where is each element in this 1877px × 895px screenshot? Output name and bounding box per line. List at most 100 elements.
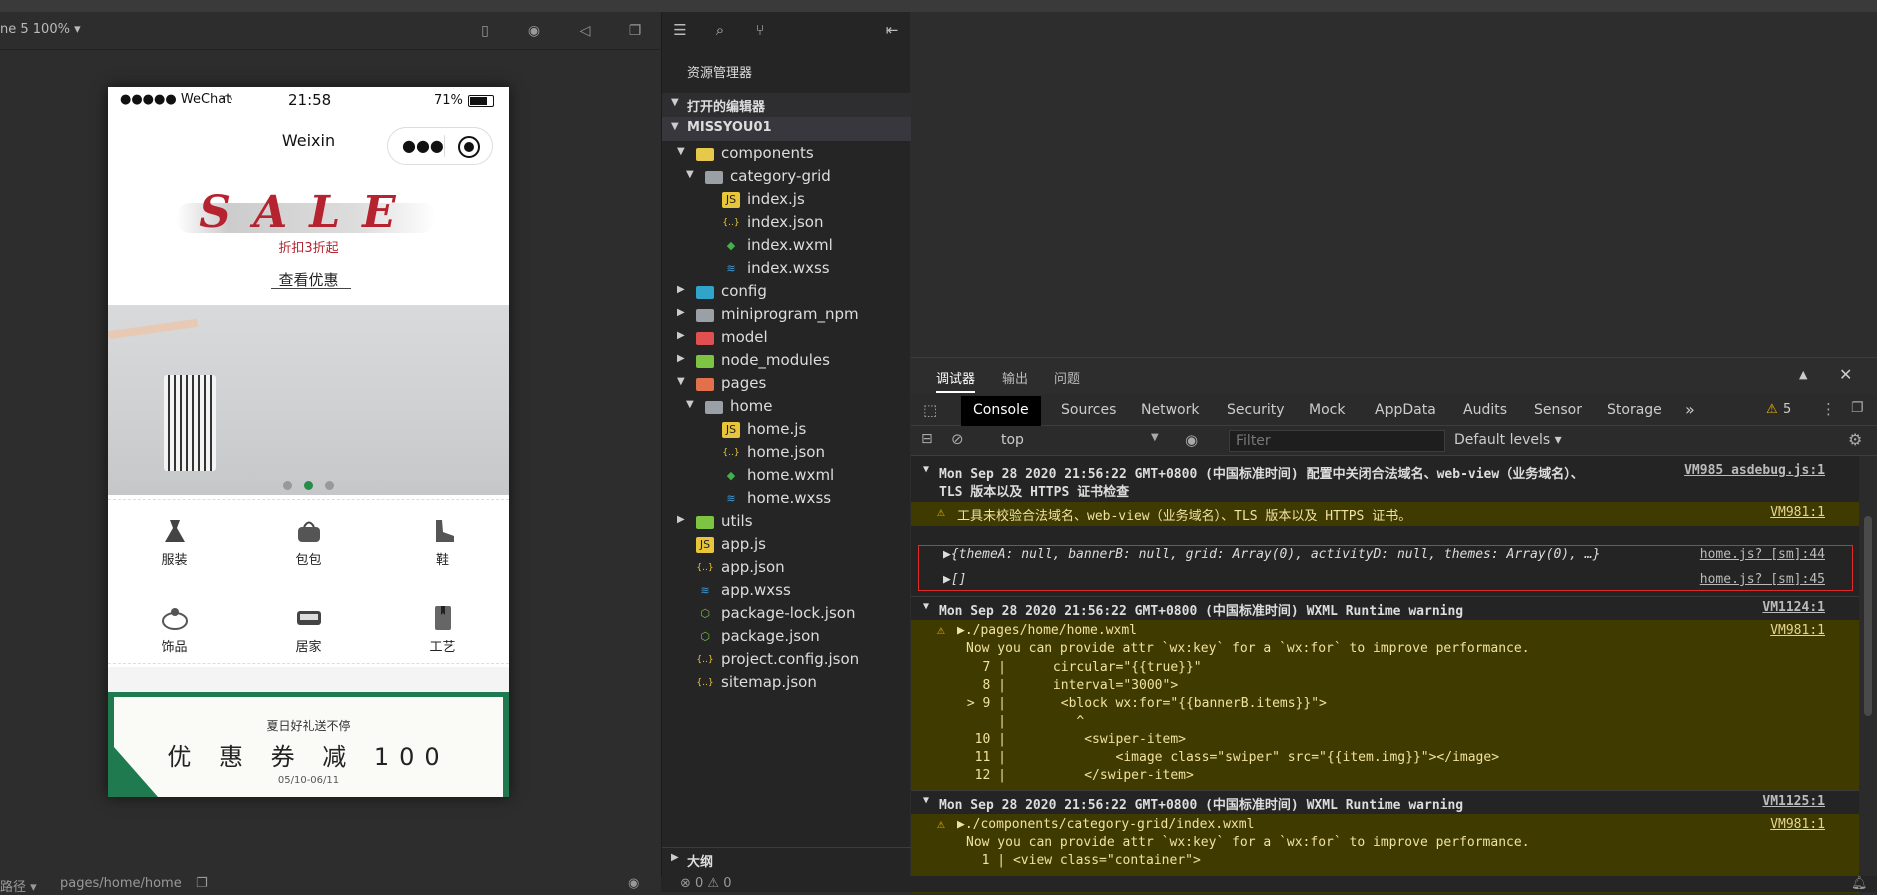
tab-mock[interactable]: Mock	[1309, 402, 1345, 418]
chevron-right-icon: ▶	[677, 353, 685, 364]
outline-section[interactable]: ▶ 大纲	[662, 847, 911, 871]
file-tree-label: config	[721, 282, 767, 300]
tab-debugger[interactable]: 调试器	[936, 368, 976, 393]
sale-section: SALE 折扣3折起 查看优惠	[108, 87, 509, 292]
code-line: 12 | </swiper-item>	[959, 768, 1194, 783]
npm-file-icon: ⬡	[700, 630, 710, 643]
copy-icon[interactable]: ❐	[196, 876, 208, 891]
category-item[interactable]: 居家	[242, 605, 375, 655]
file-tree-label: index.wxml	[747, 236, 833, 254]
striped-garment-image	[164, 375, 216, 471]
view-offers-link[interactable]: 查看优惠	[108, 269, 509, 290]
banner-dot[interactable]	[283, 481, 292, 490]
banner-dot-active[interactable]	[304, 481, 313, 490]
folder-icon	[696, 332, 714, 345]
explorer-title: 资源管理器	[687, 66, 753, 81]
log-text: Now you can provide attr `wx:key` for a …	[966, 641, 1530, 656]
files-icon[interactable]: ☰	[670, 20, 690, 40]
open-editors-section[interactable]: ▼ 打开的编辑器	[662, 93, 911, 117]
log-levels-dropdown[interactable]: Default levels ▾	[1454, 432, 1562, 448]
phone-icon[interactable]: ▯	[476, 22, 494, 40]
tab-appdata[interactable]: AppData	[1375, 402, 1436, 418]
warning-icon[interactable]: ⚠	[1766, 402, 1778, 417]
chevron-down-icon: ▼	[677, 146, 685, 157]
sidebar-toggle-icon[interactable]: ⊟	[921, 431, 933, 447]
chevron-down-icon: ▼	[671, 97, 679, 108]
folder-icon	[696, 148, 714, 161]
chevron-down-icon: ▼	[686, 399, 694, 410]
bell-icon[interactable]: 🔔︎	[1851, 876, 1868, 891]
file-tree-label: app.json	[721, 558, 785, 576]
more-tabs-icon[interactable]: »	[1685, 400, 1695, 419]
maximize-icon[interactable]: ▲	[1799, 368, 1807, 381]
banner-swiper[interactable]	[108, 305, 509, 495]
sale-subtitle: 折扣3折起	[278, 241, 339, 256]
volume-icon[interactable]: ◁	[576, 22, 594, 40]
inspect-element-icon[interactable]: ⬚	[923, 401, 937, 419]
warning-block[interactable]: ⚠ ▶./pages/home/home.wxml VM981:1 Now yo…	[911, 620, 1859, 810]
category-item[interactable]: 饰品	[108, 605, 241, 655]
file-tree-label: category-grid	[730, 167, 831, 185]
category-item[interactable]: 包包	[242, 518, 375, 568]
tab-audits[interactable]: Audits	[1463, 402, 1507, 418]
context-selector[interactable]: top	[1001, 432, 1024, 448]
sale-title: SALE	[199, 187, 418, 238]
log-file-link[interactable]: ▶./components/category-grid/index.wxml	[957, 817, 1254, 832]
clear-console-icon[interactable]: ⊘	[951, 430, 964, 448]
source-control-icon[interactable]: ⑂	[750, 20, 770, 40]
category-item[interactable]: 鞋	[376, 518, 509, 568]
status-bar: ⊗ 0 ⚠ 0 🔔︎	[661, 876, 1877, 892]
folder-icon	[696, 286, 714, 299]
category-label: 包包	[295, 553, 322, 568]
simulator-footer: 路径 ▾ pages/home/home ❐ ◉	[0, 876, 660, 895]
tab-output[interactable]: 输出	[1002, 368, 1028, 387]
filter-input[interactable]: Filter	[1229, 430, 1445, 452]
scrollbar-thumb[interactable]	[1864, 516, 1872, 716]
source-link[interactable]: VM1125:1	[1762, 794, 1825, 809]
tab-sources[interactable]: Sources	[1061, 402, 1116, 418]
file-tree-label: home	[730, 397, 773, 415]
dock-icon[interactable]: ❐	[1851, 400, 1864, 416]
eye-icon[interactable]: ◉	[1185, 431, 1198, 449]
warning-row[interactable]: ⚠ 工具未校验合法域名、web-view（业务域名）、TLS 版本以及 HTTP…	[911, 502, 1859, 526]
project-section[interactable]: ▼ MISSYOU01	[662, 117, 911, 141]
source-link[interactable]: VM1124:1	[1762, 600, 1825, 615]
gear-icon[interactable]: ⚙	[1848, 430, 1862, 449]
source-link[interactable]: VM981:1	[1770, 623, 1825, 638]
device-selector[interactable]: ne 5 100% ▾	[0, 22, 81, 37]
tab-security[interactable]: Security	[1227, 402, 1285, 418]
collapse-panel-icon[interactable]: ⇤	[882, 20, 902, 40]
eye-icon[interactable]: ◉	[628, 876, 639, 891]
kebab-menu-icon[interactable]: ⋮	[1821, 400, 1836, 418]
coupon-banner[interactable]: 夏日好礼送不停 优 惠 券 减 100 05/10-06/11	[108, 692, 509, 797]
source-link[interactable]: VM981:1	[1770, 817, 1825, 832]
console-scrollbar[interactable]	[1859, 456, 1877, 893]
tab-network[interactable]: Network	[1141, 402, 1199, 418]
search-icon[interactable]: ⌕	[710, 20, 730, 40]
source-link[interactable]: VM985 asdebug.js:1	[1684, 463, 1825, 478]
error-warning-count[interactable]: ⊗ 0 ⚠ 0	[680, 876, 732, 891]
tab-storage[interactable]: Storage	[1607, 402, 1662, 418]
close-icon[interactable]: ✕	[1839, 365, 1852, 384]
log-group-header[interactable]: ▼ Mon Sep 28 2020 21:56:22 GMT+0800 (中国标…	[911, 790, 1859, 814]
record-icon[interactable]: ◉	[525, 22, 543, 40]
folder-icon	[696, 355, 714, 368]
path-selector[interactable]: 路径 ▾	[0, 876, 37, 895]
banner-dot[interactable]	[325, 481, 334, 490]
log-group-header[interactable]: ▼ Mon Sep 28 2020 21:56:22 GMT+0800 (中国标…	[911, 596, 1859, 620]
warning-icon: ⚠	[937, 817, 945, 832]
log-file-link[interactable]: ▶./pages/home/home.wxml	[957, 623, 1137, 638]
category-item[interactable]: 工艺	[376, 605, 509, 655]
log-group-header[interactable]: ▼ Mon Sep 28 2020 21:56:22 GMT+0800 (中国标…	[911, 462, 1859, 502]
tab-console[interactable]: Console	[961, 396, 1041, 426]
file-tree-item[interactable]: {..} sitemap.json	[662, 670, 911, 697]
tab-sensor[interactable]: Sensor	[1534, 402, 1582, 418]
category-item[interactable]: 服装	[108, 518, 241, 568]
file-tree-label: package.json	[721, 627, 820, 645]
file-tree-label: home.wxml	[747, 466, 835, 484]
source-link[interactable]: VM981:1	[1770, 505, 1825, 520]
detach-window-icon[interactable]: ❐	[626, 22, 644, 40]
log-text: Now you can provide attr `wx:key` for a …	[966, 835, 1530, 850]
tab-problems[interactable]: 问题	[1054, 368, 1080, 387]
dress-icon	[164, 520, 185, 542]
